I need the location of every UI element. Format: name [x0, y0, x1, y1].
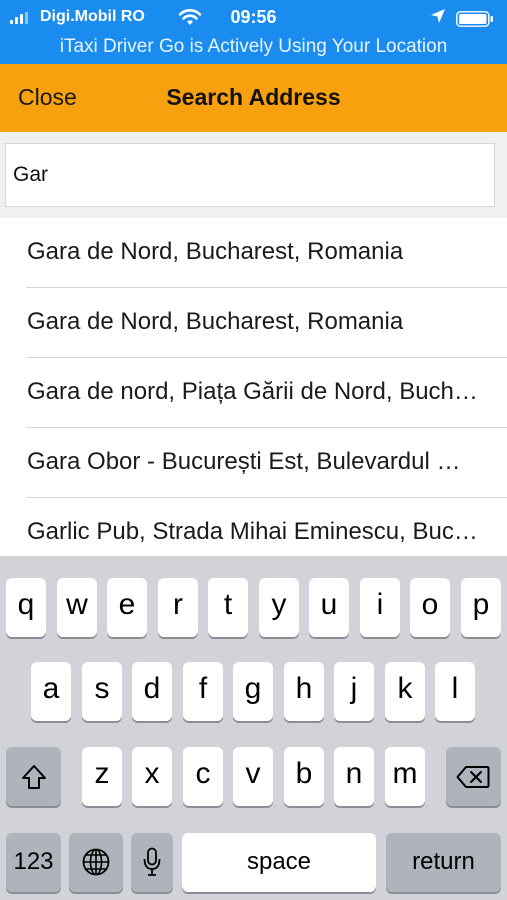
key-label: j — [350, 672, 358, 705]
key-label: w — [66, 588, 88, 621]
key-l[interactable]: l — [435, 662, 475, 721]
address-result-label: Gara Obor - București Est, Bulevardul Gă… — [27, 448, 479, 475]
key-label: y — [271, 588, 287, 621]
microphone-key[interactable] — [131, 833, 173, 892]
key-q[interactable]: q — [6, 578, 46, 637]
nav-bar: Search Address Close — [0, 64, 507, 132]
key-label: i — [376, 588, 384, 621]
key-label: f — [198, 672, 208, 705]
key-label: d — [143, 672, 161, 705]
globe-icon — [82, 848, 110, 876]
key-label: s — [94, 672, 110, 705]
key-label: n — [345, 757, 363, 790]
key-m[interactable]: m — [385, 747, 425, 806]
search-bar — [0, 132, 507, 218]
shift-key[interactable] — [6, 747, 61, 806]
address-result-label: Gara de Nord, Bucharest, Romania — [27, 238, 404, 265]
key-f[interactable]: f — [183, 662, 223, 721]
address-result-item[interactable]: Gara de nord, Piața Gării de Nord, Bucha… — [26, 358, 507, 428]
close-button[interactable]: Close — [18, 84, 77, 111]
key-label: t — [223, 588, 233, 621]
address-result-item[interactable]: Gara de Nord, Bucharest, Romania — [26, 288, 507, 358]
backspace-icon — [456, 766, 490, 788]
key-y[interactable]: y — [259, 578, 299, 637]
key-i[interactable]: i — [360, 578, 400, 637]
key-label: 123 — [13, 848, 54, 875]
key-a[interactable]: a — [31, 662, 71, 721]
key-n[interactable]: n — [334, 747, 374, 806]
address-result-label: Garlic Pub, Strada Mihai Eminescu, Bucha… — [27, 518, 479, 545]
key-label: h — [295, 672, 313, 705]
key-t[interactable]: t — [208, 578, 248, 637]
key-x[interactable]: x — [132, 747, 172, 806]
key-v[interactable]: v — [233, 747, 273, 806]
key-p[interactable]: p — [461, 578, 501, 637]
key-label: g — [244, 672, 262, 705]
space-key[interactable]: space — [182, 833, 376, 892]
key-z[interactable]: z — [82, 747, 122, 806]
key-b[interactable]: b — [284, 747, 324, 806]
key-label: b — [295, 757, 313, 790]
address-search-input[interactable] — [5, 143, 495, 207]
key-u[interactable]: u — [309, 578, 349, 637]
address-result-label: Gara de nord, Piața Gării de Nord, Bucha… — [27, 378, 479, 405]
address-result-item[interactable]: Gara Obor - București Est, Bulevardul Gă… — [26, 428, 507, 498]
key-label: p — [472, 588, 490, 621]
key-label: c — [195, 757, 211, 790]
key-label: x — [144, 757, 160, 790]
return-key[interactable]: return — [386, 833, 501, 892]
key-label: l — [451, 672, 459, 705]
microphone-icon — [143, 847, 161, 876]
key-label: e — [118, 588, 136, 621]
key-label: z — [94, 757, 110, 790]
backspace-key[interactable] — [446, 747, 501, 806]
address-results-list: Gara de Nord, Bucharest, Romania Gara de… — [0, 218, 507, 568]
battery-icon — [456, 11, 493, 27]
key-g[interactable]: g — [233, 662, 273, 721]
location-arrow-icon — [431, 9, 445, 23]
key-label: space — [246, 848, 312, 875]
shift-icon — [22, 765, 46, 789]
key-label: v — [245, 757, 261, 790]
key-o[interactable]: o — [410, 578, 450, 637]
key-label: a — [42, 672, 60, 705]
key-label: q — [17, 588, 35, 621]
key-k[interactable]: k — [385, 662, 425, 721]
location-in-use-banner[interactable]: iTaxi Driver Go is Actively Using Your L… — [0, 36, 507, 58]
key-label: o — [421, 588, 439, 621]
status-row: Digi.Mobil RO 09:56 — [0, 4, 507, 30]
key-h[interactable]: h — [284, 662, 324, 721]
key-s[interactable]: s — [82, 662, 122, 721]
address-result-label: Gara de Nord, Bucharest, Romania — [27, 308, 404, 335]
status-bar: Digi.Mobil RO 09:56 iTaxi Driver Go is A… — [0, 0, 507, 64]
key-r[interactable]: r — [158, 578, 198, 637]
key-c[interactable]: c — [183, 747, 223, 806]
numbers-key[interactable]: 123 — [6, 833, 61, 892]
key-label: k — [397, 672, 413, 705]
key-label: u — [320, 588, 338, 621]
key-label: r — [173, 588, 183, 621]
key-e[interactable]: e — [107, 578, 147, 637]
on-screen-keyboard: q w e r t y u i o p a s d f g h j k l z … — [0, 556, 507, 900]
address-result-item[interactable]: Gara de Nord, Bucharest, Romania — [26, 218, 507, 288]
globe-key[interactable] — [69, 833, 123, 892]
key-d[interactable]: d — [132, 662, 172, 721]
key-label: return — [412, 848, 475, 875]
key-w[interactable]: w — [57, 578, 97, 637]
key-label: m — [392, 757, 418, 790]
key-j[interactable]: j — [334, 662, 374, 721]
